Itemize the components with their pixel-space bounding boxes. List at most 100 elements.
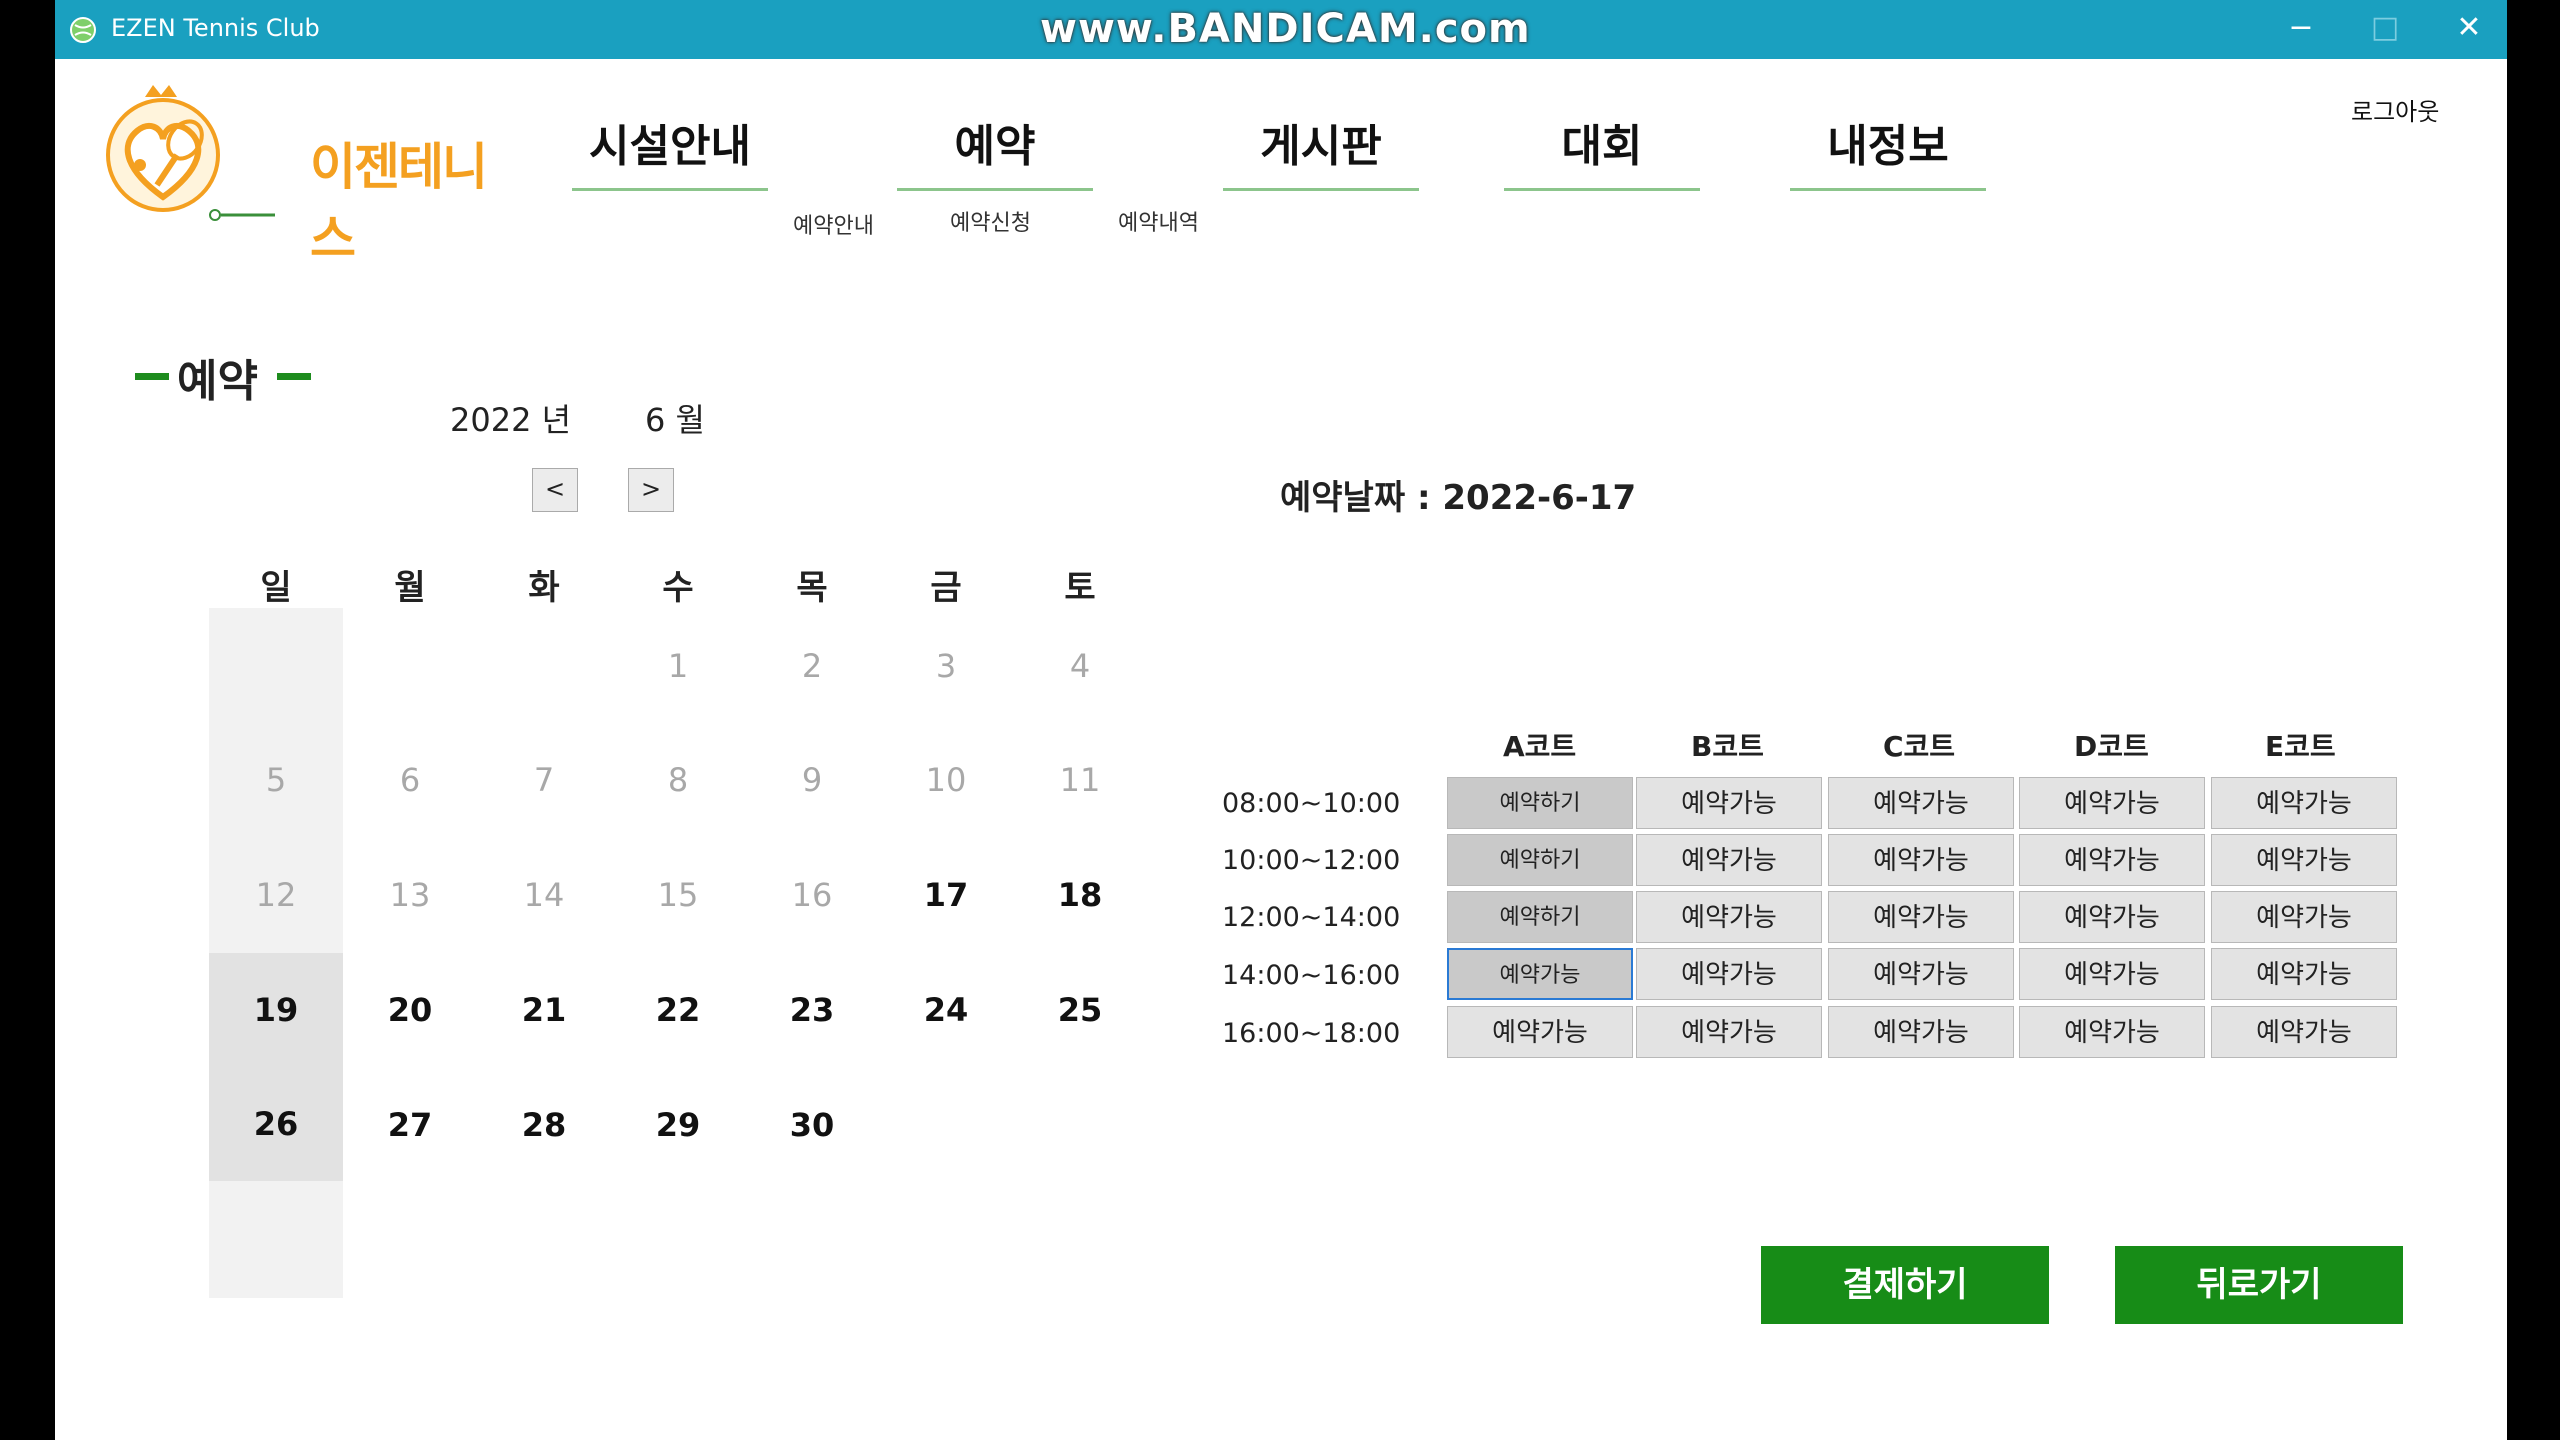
slot-button[interactable]: 예약가능 (2211, 891, 2397, 943)
nav-underline (1790, 188, 1986, 191)
slot-button[interactable]: 예약하기 (1447, 777, 1633, 829)
court-header-b: B코트 (1691, 730, 1764, 763)
slot-button[interactable]: 예약가능 (1828, 891, 2014, 943)
calendar-day: 15 (657, 876, 699, 914)
slot-button[interactable]: 예약가능 (1636, 1006, 1822, 1058)
calendar-day: 5 (265, 761, 287, 799)
calendar-day: 1 (667, 647, 689, 685)
weekday-mon: 월 (394, 568, 426, 608)
slot-button[interactable]: 예약가능 (2211, 834, 2397, 886)
court-header-a: A코트 (1503, 730, 1577, 763)
slot-button[interactable]: 예약가능 (1636, 777, 1822, 829)
nav-label: 내정보 (1827, 121, 1949, 172)
nav-underline (897, 188, 1093, 191)
calendar-day[interactable]: 28 (477, 1095, 611, 1155)
time-slot-label: 16:00~18:00 (1222, 1018, 1401, 1049)
court-header-e: E코트 (2265, 730, 2336, 763)
calendar-day[interactable]: 20 (343, 980, 477, 1040)
slot-button[interactable]: 예약가능 (2019, 1006, 2205, 1058)
time-slot-label: 12:00~14:00 (1222, 902, 1401, 933)
slot-button[interactable]: 예약가능 (1828, 1006, 2014, 1058)
slot-button[interactable]: 예약가능 (2211, 948, 2397, 1000)
calendar-month: 6 월 (645, 401, 705, 439)
nav-board[interactable]: 게시판 (1223, 112, 1419, 191)
calendar-day: 9 (801, 761, 823, 799)
logo-text: 이젠테니스 (310, 138, 488, 268)
section-title-text: 예약 (177, 356, 258, 407)
calendar-day: 2 (801, 647, 823, 685)
calendar-day: 16 (791, 876, 833, 914)
calendar-day[interactable]: 27 (343, 1095, 477, 1155)
recorder-watermark: www.BANDICAM.com (1040, 6, 1531, 52)
slot-button[interactable]: 예약가능 (1636, 948, 1822, 1000)
submenu-reservation-guide[interactable]: 예약안내 (793, 208, 874, 240)
calendar-day[interactable]: 19 (209, 953, 343, 1067)
calendar-day[interactable]: 18 (1013, 865, 1147, 925)
weekday-sun: 일 (260, 568, 292, 608)
calendar-day: 13 (389, 876, 431, 914)
court-header-d: D코트 (2074, 730, 2149, 763)
nav-underline (572, 188, 768, 191)
slot-button[interactable]: 예약하기 (1447, 891, 1633, 943)
slot-button[interactable]: 예약가능 (1828, 777, 2014, 829)
submenu-reservation-history[interactable]: 예약내역 (1118, 205, 1199, 237)
logout-link[interactable]: 로그아웃 (2351, 92, 2439, 127)
next-month-button[interactable]: > (628, 468, 674, 512)
title-bar-left (135, 373, 169, 380)
weekday-thu: 목 (796, 568, 828, 608)
calendar-day[interactable]: 26 (209, 1067, 343, 1181)
weekday-tue: 화 (528, 568, 560, 608)
slot-button-focused[interactable]: 예약가능 (1447, 948, 1633, 1000)
calendar-day[interactable]: 23 (745, 980, 879, 1040)
nav-facility[interactable]: 시설안내 (572, 112, 768, 191)
back-button[interactable]: 뒤로가기 (2115, 1246, 2403, 1324)
calendar-day: 11 (1059, 761, 1101, 799)
slot-button[interactable]: 예약가능 (1828, 948, 2014, 1000)
minimize-button[interactable]: − (2261, 0, 2341, 59)
calendar-day[interactable]: 22 (611, 980, 745, 1040)
slot-button[interactable]: 예약가능 (2019, 891, 2205, 943)
slot-button[interactable]: 예약가능 (2211, 1006, 2397, 1058)
calendar-day[interactable]: 30 (745, 1095, 879, 1155)
court-header-c: C코트 (1883, 730, 1956, 763)
calendar-day: 10 (925, 761, 967, 799)
calendar-year: 2022 년 (450, 401, 572, 439)
nav-reservation[interactable]: 예약 (897, 112, 1093, 191)
close-button[interactable]: ✕ (2429, 0, 2507, 59)
calendar-day[interactable]: 29 (611, 1095, 745, 1155)
app-window: EZEN Tennis Club www.BANDICAM.com − □ ✕ … (55, 0, 2507, 1440)
pay-button[interactable]: 결제하기 (1761, 1246, 2049, 1324)
weekday-fri: 금 (930, 568, 962, 608)
window-title: EZEN Tennis Club (111, 14, 320, 42)
tennis-app-icon (69, 16, 97, 44)
slot-button[interactable]: 예약가능 (2019, 948, 2205, 1000)
nav-label: 시설안내 (589, 121, 751, 172)
calendar-day: 4 (1069, 647, 1091, 685)
slot-button[interactable]: 예약가능 (2211, 777, 2397, 829)
slot-button[interactable]: 예약가능 (2019, 834, 2205, 886)
calendar-day[interactable]: 21 (477, 980, 611, 1040)
nav-my-info[interactable]: 내정보 (1790, 112, 1986, 191)
calendar-day-selected[interactable]: 17 (879, 865, 1013, 925)
time-slot-label: 08:00~10:00 (1222, 788, 1401, 819)
tennis-heart-logo-icon (106, 85, 275, 221)
slot-button[interactable]: 예약가능 (2019, 777, 2205, 829)
weekday-sat: 토 (1064, 568, 1096, 608)
slot-button[interactable]: 예약하기 (1447, 834, 1633, 886)
prev-month-button[interactable]: < (532, 468, 578, 512)
slot-button[interactable]: 예약가능 (1636, 891, 1822, 943)
submenu-reservation-apply[interactable]: 예약신청 (950, 205, 1031, 237)
calendar-day: 6 (399, 761, 421, 799)
calendar-day[interactable]: 24 (879, 980, 1013, 1040)
slot-button[interactable]: 예약가능 (1636, 834, 1822, 886)
maximize-button[interactable]: □ (2345, 0, 2425, 59)
title-bar[interactable]: EZEN Tennis Club www.BANDICAM.com − □ ✕ (55, 0, 2507, 59)
calendar-day: 7 (533, 761, 555, 799)
calendar-day[interactable]: 25 (1013, 980, 1147, 1040)
nav-tournament[interactable]: 대회 (1504, 112, 1700, 191)
nav-label: 게시판 (1260, 121, 1382, 172)
slot-button[interactable]: 예약가능 (1828, 834, 2014, 886)
calendar-day: 3 (935, 647, 957, 685)
slot-button[interactable]: 예약가능 (1447, 1006, 1633, 1058)
club-logo[interactable]: 이젠테니스 (105, 85, 505, 268)
